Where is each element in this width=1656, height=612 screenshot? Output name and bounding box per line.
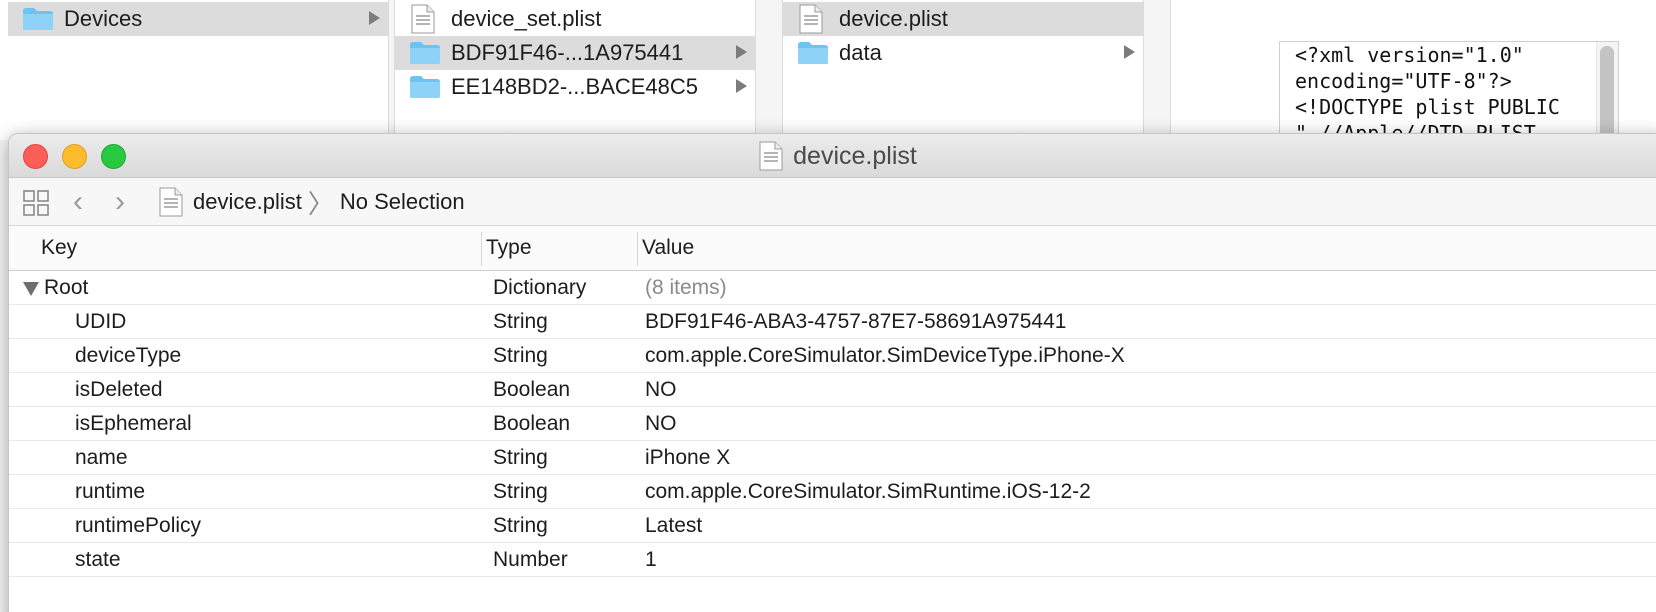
plist-file-icon [759,141,783,171]
back-arrow-icon[interactable]: ‹ [73,187,83,217]
finder-item-label: EE148BD2-...BACE48C5 [451,74,699,99]
folder-icon [410,42,440,64]
finder-item-device-set-plist[interactable]: device_set.plist [395,2,755,36]
disclosure-arrow-icon [369,11,380,25]
row-type: String [493,344,548,367]
table-row[interactable]: isDeleted Boolean NO [9,373,1656,407]
jump-bar: ‹ › device.plist 〉 No Selection [9,178,1656,226]
row-type: Dictionary [493,276,587,299]
finder-item-device-ee148bd2[interactable]: EE148BD2-...BACE48C5 [395,70,755,104]
row-key: runtimePolicy [75,514,202,537]
row-key: isDeleted [75,378,163,401]
row-value: com.apple.CoreSimulator.SimRuntime.iOS-1… [645,480,1091,503]
row-type: String [493,514,548,537]
window-title: device.plist [793,141,917,170]
row-key: deviceType [75,344,182,367]
breadcrumb-chevron-icon: 〉 [307,188,334,219]
row-type: String [493,310,548,333]
column-header-type[interactable]: Type [486,236,532,260]
table-row[interactable]: deviceType String com.apple.CoreSimulato… [9,339,1656,373]
forward-arrow-icon[interactable]: › [115,187,125,217]
finder-item-label: Devices [64,6,143,31]
plist-editor-window: device.plist ‹ › device.plist 〉 No Selec… [8,133,1656,612]
row-value: com.apple.CoreSimulator.SimDeviceType.iP… [645,344,1125,367]
row-key: isEphemeral [75,412,192,435]
table-row[interactable]: runtime String com.apple.CoreSimulator.S… [9,475,1656,509]
plist-file-icon [159,187,183,217]
folder-icon [23,8,53,30]
row-type: String [493,446,548,469]
row-value: 1 [645,548,657,571]
finder-column-2: device_set.plist BDF91F46-...1A975441 EE… [395,0,755,140]
row-value: Latest [645,514,703,537]
row-key: Root [44,276,89,299]
row-type: String [493,480,548,503]
finder-item-label: device.plist [839,6,948,31]
row-value: BDF91F46-ABA3-4757-87E7-58691A975441 [645,310,1067,333]
row-value: NO [645,412,677,435]
folder-icon [410,76,440,98]
finder-item-label: BDF91F46-...1A975441 [451,40,684,65]
row-key: state [75,548,121,571]
related-items-icon[interactable] [23,190,49,216]
finder-item-data[interactable]: data [783,36,1143,70]
breadcrumb-file[interactable]: device.plist [193,189,302,215]
plist-file-icon [411,4,435,34]
row-value: iPhone X [645,446,731,469]
finder-item-devices[interactable]: Devices [8,2,388,36]
finder-column-browser: Devices device_set.plist BDF91F46-...1A9… [0,0,1656,141]
column-header-value[interactable]: Value [642,236,694,260]
breadcrumb: device.plist 〉 No Selection [159,186,465,219]
breadcrumb-selection[interactable]: No Selection [340,189,465,215]
finder-column-1: Devices [0,0,388,140]
finder-item-label: device_set.plist [451,6,602,31]
file-preview: <?xml version="1.0" encoding="UTF-8"?> <… [1279,41,1619,141]
table-row[interactable]: state Number 1 [9,543,1656,577]
row-key: UDID [75,310,127,333]
table-row[interactable]: isEphemeral Boolean NO [9,407,1656,441]
title-bar[interactable]: device.plist [9,134,1656,178]
row-value: NO [645,378,677,401]
table-header: Key Type Value [9,226,1656,271]
table-row[interactable]: name String iPhone X [9,441,1656,475]
table-row[interactable]: runtimePolicy String Latest [9,509,1656,543]
preview-scrollbar-thumb[interactable] [1600,46,1614,140]
finder-column-3: device.plist data [783,0,1143,140]
finder-item-device-bdf91f46[interactable]: BDF91F46-...1A975441 [395,36,755,70]
preview-text: <?xml version="1.0" encoding="UTF-8"?> <… [1295,43,1560,141]
plist-table: Key Type Value Root Dictionary (8 items)… [9,226,1656,577]
finder-item-label: data [839,40,882,65]
folder-icon [798,42,828,64]
finder-item-device-plist[interactable]: device.plist [783,2,1143,36]
row-key: runtime [75,480,146,503]
plist-file-icon [799,4,823,34]
row-key: name [75,446,128,469]
row-value: (8 items) [645,276,727,299]
row-type: Number [493,548,568,571]
table-row-root[interactable]: Root Dictionary (8 items) [9,271,1656,305]
disclosure-triangle-icon[interactable] [23,282,39,296]
row-type: Boolean [493,412,571,435]
disclosure-arrow-icon [736,79,747,93]
table-row[interactable]: UDID String BDF91F46-ABA3-4757-87E7-5869… [9,305,1656,339]
row-type: Boolean [493,378,571,401]
column-header-key[interactable]: Key [41,236,77,260]
disclosure-arrow-icon [1124,45,1135,59]
disclosure-arrow-icon [736,45,747,59]
